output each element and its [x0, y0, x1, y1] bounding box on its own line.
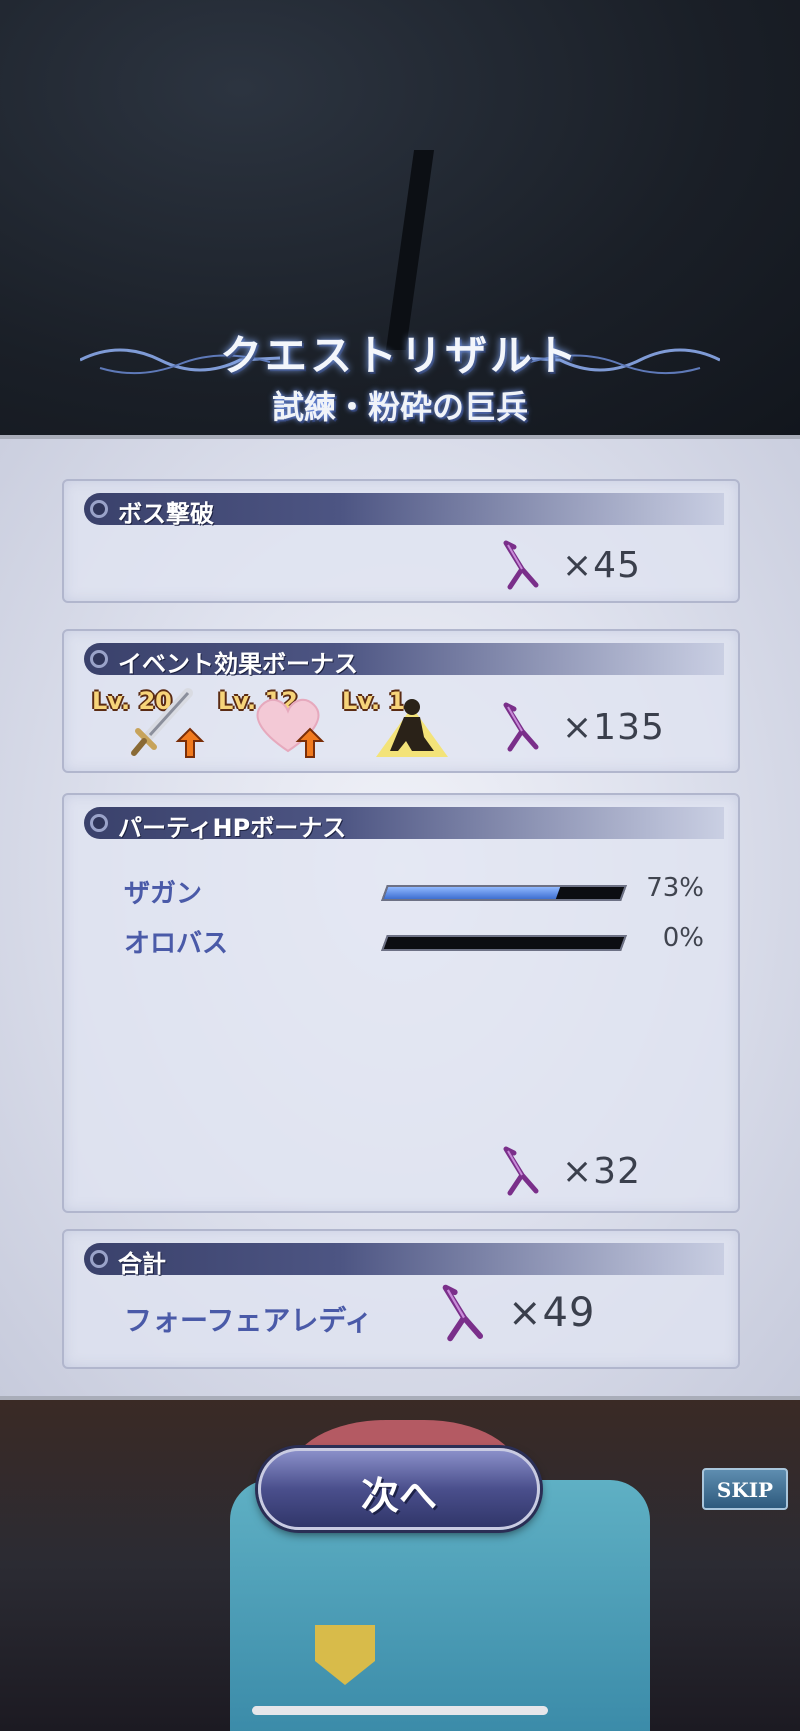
hp-bar: [381, 935, 627, 951]
next-button-label: 次へ: [360, 1474, 437, 1518]
header-bullet-icon: [90, 650, 108, 668]
hp-percent: 0%: [662, 923, 704, 953]
hp-bar-fill: [383, 937, 389, 949]
header-bullet-icon: [90, 1250, 108, 1268]
total-item-name: フォーフェアレディ: [124, 1304, 373, 1337]
tweezers-item-icon: [503, 702, 539, 752]
quest-name: 試練・粉砕の巨兵: [271, 388, 528, 426]
event-bonus-quantity: ×135: [562, 706, 665, 748]
boss-defeat-header: ボス撃破: [84, 493, 724, 528]
result-banner: クエストリザルト 試練・粉砕の巨兵: [0, 300, 800, 440]
party-member-name: ザガン: [124, 879, 203, 909]
boss-defeat-reward: ×45: [496, 539, 641, 591]
party-member-name: オロバス: [124, 929, 229, 959]
total-quantity: ×49: [508, 1290, 596, 1336]
header-bullet-icon: [90, 814, 108, 832]
total-header: 合計: [84, 1243, 724, 1278]
tweezers-item-icon: [442, 1284, 484, 1342]
event-bonus-reward: ×135: [496, 701, 665, 753]
skip-button[interactable]: SKIP: [702, 1468, 788, 1510]
event-bonus-card: イベント効果ボーナス Lv. 20 Lv. 12 Lv. 1 ×135: [62, 629, 740, 773]
hp-percent: 73%: [646, 873, 704, 903]
party-hp-quantity: ×32: [562, 1150, 641, 1192]
tweezers-item-icon: [503, 1146, 539, 1196]
party-member-row: オロバス 0%: [124, 921, 704, 961]
boss-defeat-card: ボス撃破 ×45: [62, 479, 740, 603]
party-hp-reward: ×32: [496, 1145, 641, 1197]
total-card: 合計 フォーフェアレディ ×49: [62, 1229, 740, 1369]
boss-defeat-title: ボス撃破: [118, 500, 214, 528]
heart-icon: [256, 698, 325, 758]
kneeling-figure-icon: [376, 699, 448, 757]
results-panel: ボス撃破 ×45 イベント効果ボーナス Lv. 20 Lv. 12 Lv. 1 …: [0, 435, 800, 1400]
tweezers-item-icon: [503, 540, 539, 590]
party-hp-card: パーティHPボーナス ザガン 73% オロバス 0% ×32: [62, 793, 740, 1213]
party-member-row: ザガン 73%: [124, 871, 704, 911]
sword-icon: [131, 688, 205, 758]
event-bonus-header: イベント効果ボーナス: [84, 643, 724, 678]
party-hp-header: パーティHPボーナス: [84, 807, 724, 842]
result-title: クエストリザルト: [219, 331, 580, 380]
header-bullet-icon: [90, 500, 108, 518]
home-indicator[interactable]: [252, 1706, 548, 1715]
next-button[interactable]: 次へ: [258, 1448, 540, 1530]
event-bonus-title: イベント効果ボーナス: [118, 650, 358, 678]
hp-bar-fill: [383, 887, 561, 899]
total-reward: ×49: [434, 1283, 595, 1343]
boss-defeat-quantity: ×45: [562, 544, 641, 586]
total-title: 合計: [118, 1250, 166, 1278]
party-hp-title: パーティHPボーナス: [118, 814, 347, 842]
skip-button-label: SKIP: [716, 1478, 774, 1502]
hp-bar: [381, 885, 627, 901]
